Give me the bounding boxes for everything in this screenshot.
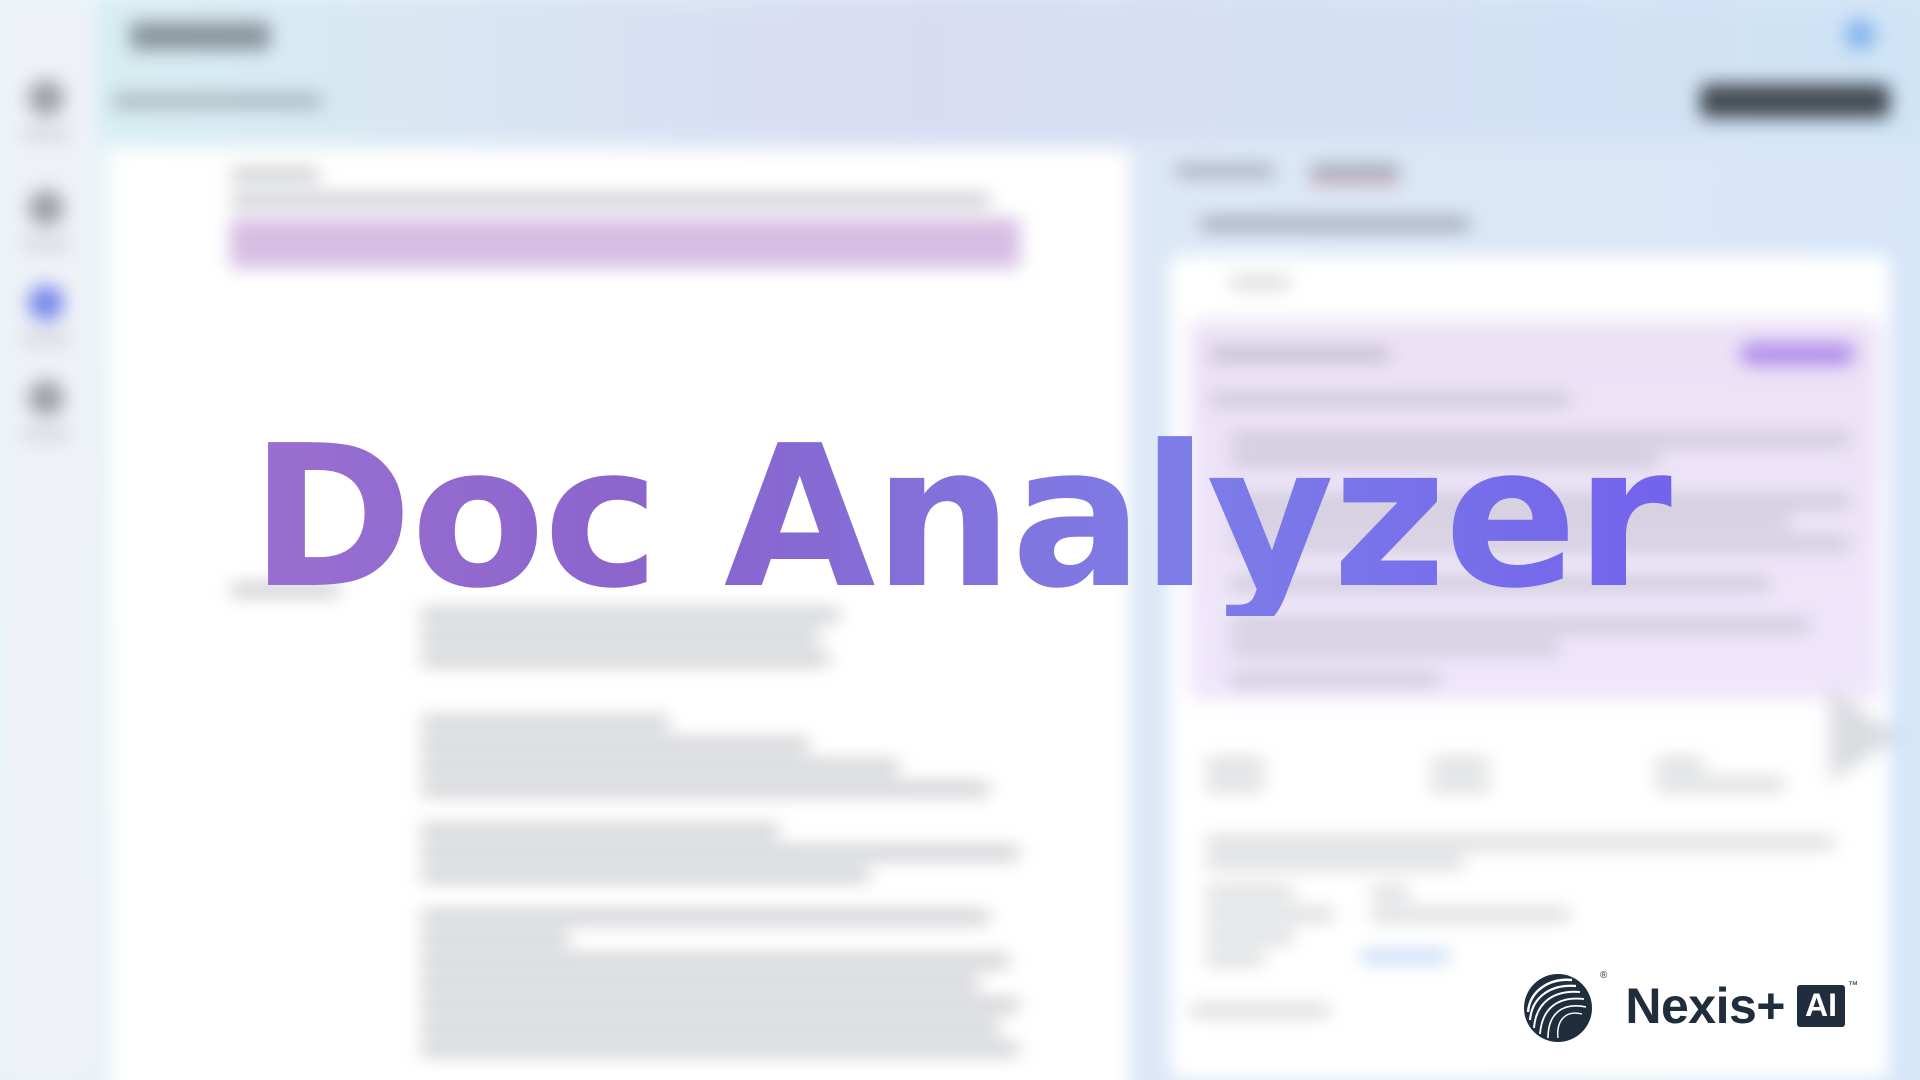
- doc-text-line: [420, 632, 820, 642]
- avatar: [1845, 20, 1875, 50]
- panel-tab: [1175, 165, 1275, 177]
- breadcrumb: [112, 94, 322, 108]
- panel-link: [1360, 952, 1450, 961]
- panel-text-line: [1430, 760, 1490, 769]
- doc-text-line: [420, 848, 1020, 858]
- status-badge: [1740, 343, 1855, 365]
- panel-text-line: [1190, 1006, 1330, 1015]
- doc-text-line: [420, 762, 900, 772]
- panel-text-line: [1205, 838, 1835, 847]
- panel-text-line: [1655, 780, 1785, 789]
- panel-text-line: [1205, 888, 1295, 897]
- history-icon: [28, 380, 64, 416]
- sidebar-caption: [22, 335, 70, 343]
- panel-text-line: [1205, 760, 1265, 769]
- doc-text-line: [420, 826, 780, 836]
- panel-text-line: [1205, 780, 1265, 789]
- doc-text-line: [420, 654, 830, 664]
- action-button: [1700, 84, 1890, 118]
- doc-highlighted-passage: [230, 218, 1020, 268]
- trademark-mark: ™: [1848, 980, 1858, 991]
- doc-text-line: [230, 195, 990, 205]
- sidebar-caption: [22, 130, 70, 138]
- doc-text-line: [420, 718, 670, 728]
- panel-text-line: [1205, 954, 1265, 963]
- doc-text-line: [420, 978, 980, 988]
- brand-lockup: ® Nexis+ AI ™: [1520, 968, 1858, 1044]
- panel-text-line: [1230, 675, 1440, 684]
- active-tab-indicator: [1310, 180, 1400, 184]
- doc-text-line: [420, 956, 1010, 966]
- play-icon: [1830, 690, 1900, 782]
- doc-text-line: [420, 1000, 1020, 1010]
- doc-text-line: [420, 1022, 1000, 1032]
- panel-text-line: [1230, 278, 1290, 287]
- panel-tab: [1310, 165, 1400, 177]
- panel-text-line: [1370, 910, 1570, 919]
- panel-text-line: [1230, 643, 1560, 652]
- sidebar-caption: [22, 240, 70, 248]
- panel-text-line: [1205, 858, 1465, 867]
- folder-icon: [28, 190, 64, 226]
- ai-badge: AI: [1797, 985, 1845, 1027]
- doc-text-line: [230, 170, 320, 180]
- registered-mark: ®: [1600, 970, 1608, 981]
- panel-text-line: [1655, 760, 1705, 769]
- slide: Doc Analyzer ® Nexis+ AI ™: [0, 0, 1920, 1080]
- document-icon: [28, 285, 64, 321]
- doc-text-line: [420, 934, 570, 944]
- pen-icon: [28, 80, 64, 116]
- panel-heading: [1200, 218, 1470, 230]
- doc-text-line: [420, 784, 990, 794]
- lexisnexis-logo-icon: [1524, 974, 1592, 1042]
- panel-text-line: [1205, 932, 1295, 941]
- app-header: [0, 0, 1920, 140]
- page-title: Doc Analyzer: [0, 420, 1920, 616]
- app-logo: [130, 22, 270, 50]
- panel-text-line: [1210, 350, 1390, 359]
- doc-text-line: [420, 1044, 1020, 1054]
- panel-text-line: [1205, 910, 1335, 919]
- panel-text-line: [1210, 395, 1570, 404]
- doc-text-line: [420, 740, 810, 750]
- doc-text-line: [420, 870, 870, 880]
- panel-text-line: [1430, 780, 1490, 789]
- panel-text-line: [1370, 888, 1410, 897]
- brand-name: Nexis+: [1625, 978, 1785, 1034]
- doc-text-line: [420, 912, 990, 922]
